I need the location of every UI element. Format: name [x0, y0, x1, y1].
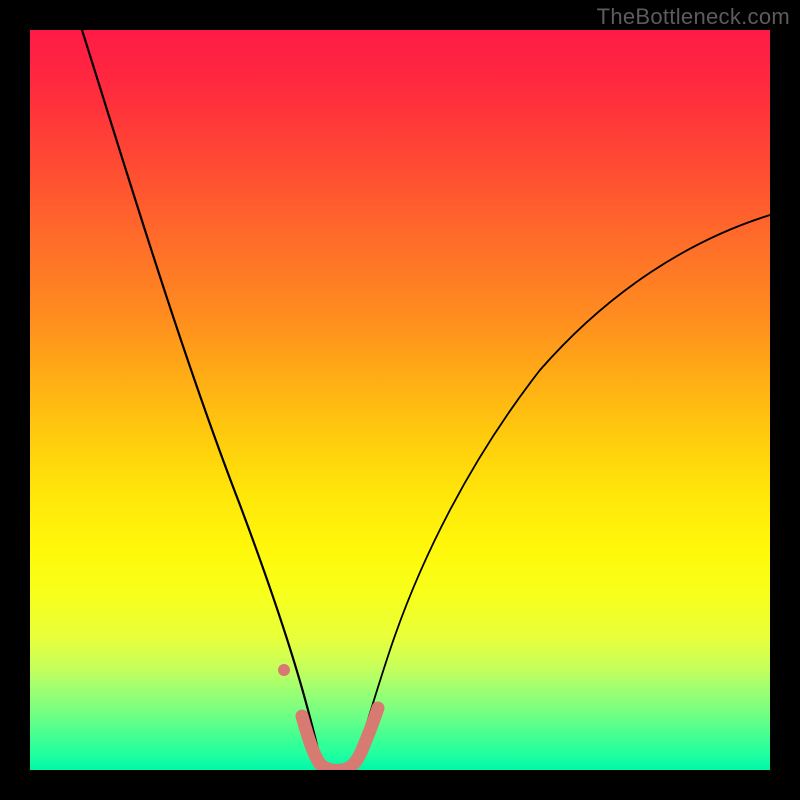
watermark-text: TheBottleneck.com — [597, 4, 790, 30]
chart-frame: TheBottleneck.com — [0, 0, 800, 800]
curve-right-branch — [354, 215, 770, 765]
curve-left-branch — [82, 30, 322, 765]
highlight-u-segment — [302, 708, 378, 770]
curves-layer — [30, 30, 770, 770]
highlight-dot — [278, 664, 290, 676]
plot-area — [30, 30, 770, 770]
